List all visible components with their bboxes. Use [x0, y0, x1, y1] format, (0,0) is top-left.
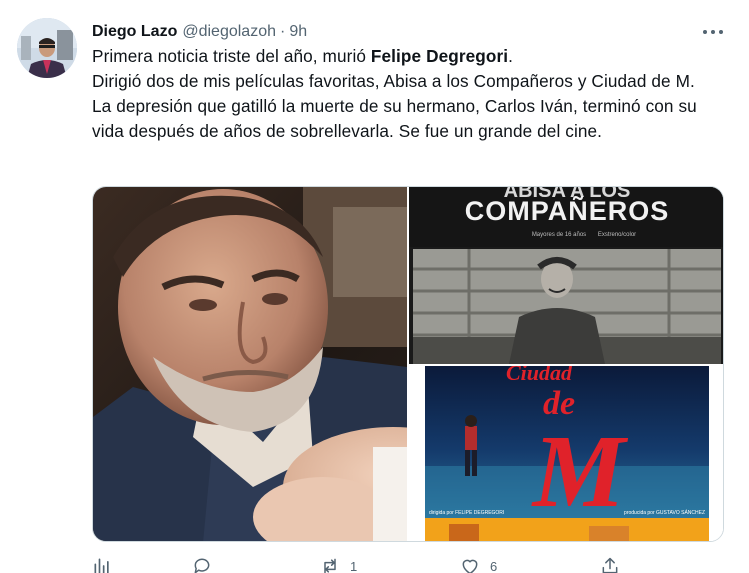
analytics-button[interactable]: [92, 556, 112, 573]
reply-button[interactable]: [192, 556, 222, 573]
more-horizontal-icon: [711, 30, 715, 34]
poster2-title-m: M: [531, 414, 629, 529]
media-poster-ciudad-de-m[interactable]: Ciudad de M dirigida por FELIPE DEGREGOR…: [409, 366, 723, 541]
tweet-text-intro: Primera noticia triste del año, murió: [92, 46, 371, 66]
media-poster-companeros[interactable]: ABISA A LOS COMPAÑEROS Mayores de 16 año…: [409, 187, 723, 364]
like-icon: [462, 559, 478, 573]
poster1-subtitle-right: Exstreno/color: [598, 232, 636, 238]
action-bar: 1 6: [92, 556, 732, 573]
like-button[interactable]: 6: [460, 556, 497, 573]
tweet-text: Primera noticia triste del año, murió Fe…: [92, 44, 732, 144]
media-grid[interactable]: ABISA A LOS COMPAÑEROS Mayores de 16 año…: [92, 186, 724, 542]
poster1-title: COMPAÑEROS: [465, 195, 670, 226]
share-button[interactable]: [600, 556, 620, 573]
reply-icon: [194, 558, 210, 573]
more-horizontal-icon: [703, 30, 707, 34]
poster-ciudad-de-m-image: Ciudad de M dirigida por FELIPE DEGREGOR…: [409, 366, 723, 541]
timestamp[interactable]: 9h: [289, 23, 307, 41]
poster2-title-top: Ciudad: [506, 366, 573, 385]
tweet-paragraph-2: Dirigió dos de mis películas favoritas, …: [92, 71, 695, 91]
analytics-icon: [94, 558, 109, 573]
avatar-image: [17, 18, 77, 78]
tweet-paragraph-3: La depresión que gatilló la muerte de su…: [92, 96, 697, 141]
poster2-credit-right: producida por GUSTAVO SÁNCHEZ: [624, 509, 705, 516]
retweet-count: 1: [350, 558, 358, 573]
tweet-paragraph-1: Primera noticia triste del año, murió Fe…: [92, 44, 732, 69]
poster-companeros-image: ABISA A LOS COMPAÑEROS Mayores de 16 año…: [409, 187, 723, 364]
poster1-subtitle-left: Mayores de 16 años: [532, 232, 586, 238]
poster2-credit-left: dirigida por FELIPE DEGREGORI: [429, 510, 504, 516]
tweet-text-bold-name: Felipe Degregori: [370, 46, 509, 66]
separator-dot: ·: [279, 23, 286, 40]
media-photo-portrait[interactable]: [93, 187, 407, 541]
retweet-icon: [324, 558, 336, 573]
avatar[interactable]: [17, 18, 77, 78]
like-count: 6: [490, 558, 498, 573]
more-horizontal-icon: [719, 30, 723, 34]
tweet[interactable]: Diego Lazo @diegolazoh · 9h Primera noti…: [0, 0, 749, 573]
more-options-button[interactable]: [700, 22, 726, 42]
share-icon: [602, 557, 618, 573]
author-handle[interactable]: @diegolazoh: [182, 23, 276, 41]
author-name[interactable]: Diego Lazo: [92, 23, 177, 41]
tweet-text-period: .: [508, 46, 514, 66]
retweet-button[interactable]: 1: [320, 556, 357, 573]
tweet-header: Diego Lazo @diegolazoh · 9h: [92, 21, 307, 43]
portrait-image: [93, 187, 407, 541]
